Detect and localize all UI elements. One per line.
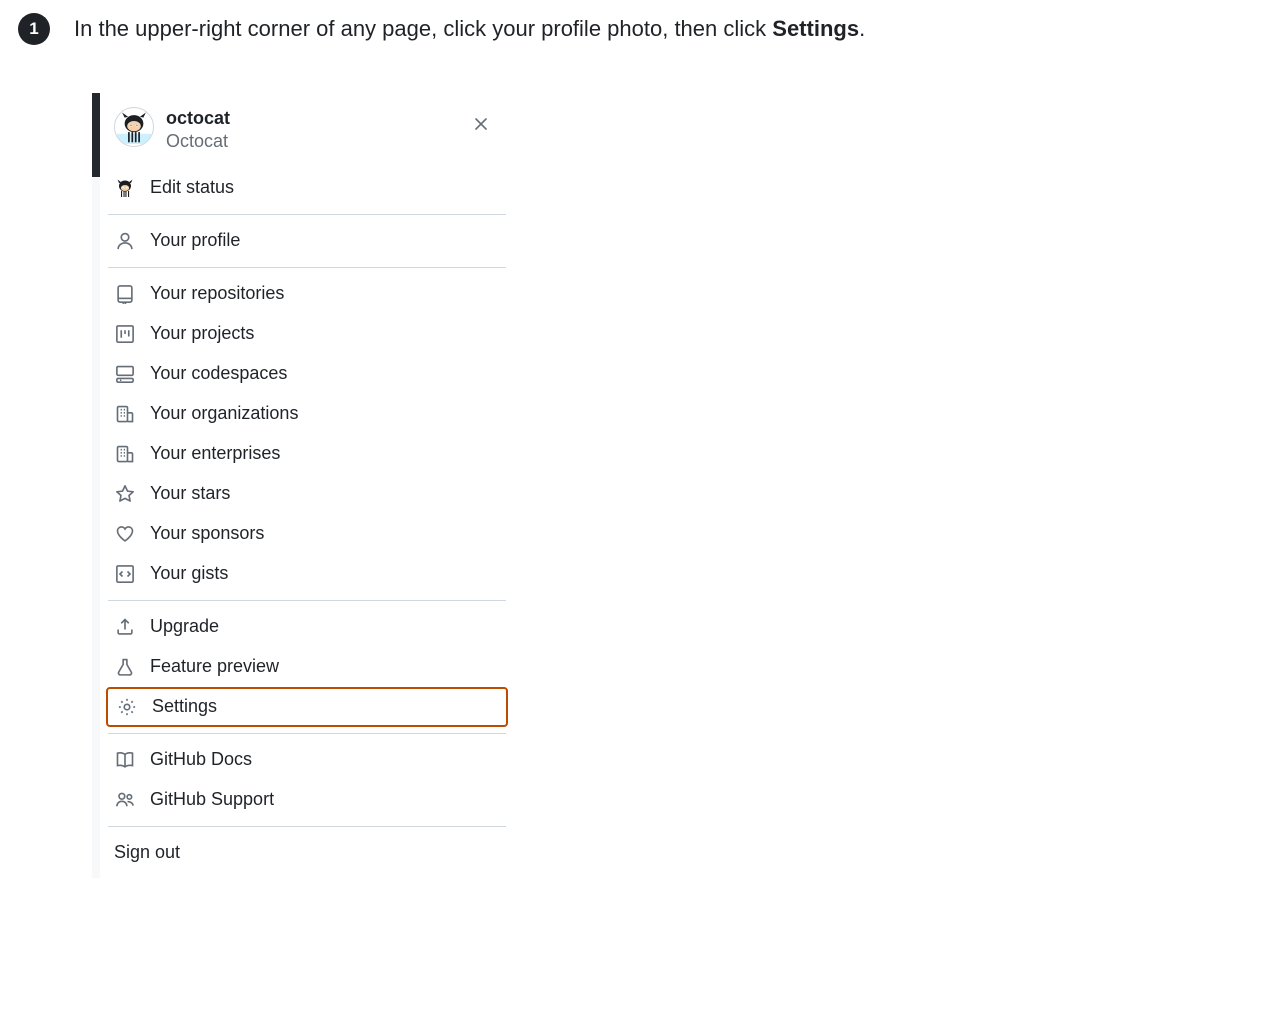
profile-menu-panel: octocat Octocat — [100, 93, 514, 878]
menu-item-github-support[interactable]: GitHub Support — [100, 780, 514, 820]
menu-item-your-stars[interactable]: Your stars — [100, 474, 514, 514]
close-button[interactable] — [470, 113, 492, 135]
menu-item-your-gists[interactable]: Your gists — [100, 554, 514, 594]
instruction-step: 1 In the upper-right corner of any page,… — [18, 12, 1264, 45]
upload-icon — [114, 616, 136, 638]
screenshot-left-rail — [92, 93, 100, 878]
code-square-icon — [114, 563, 136, 585]
menu-item-your-enterprises[interactable]: Your enterprises — [100, 434, 514, 474]
menu-item-your-projects[interactable]: Your projects — [100, 314, 514, 354]
menu-item-feature-preview[interactable]: Feature preview — [100, 647, 514, 687]
menu-item-your-organizations[interactable]: Your organizations — [100, 394, 514, 434]
menu-item-upgrade[interactable]: Upgrade — [100, 607, 514, 647]
menu-item-label: Your projects — [150, 323, 254, 344]
project-icon — [114, 323, 136, 345]
menu-item-your-profile[interactable]: Your profile — [100, 221, 514, 261]
menu-item-sign-out[interactable]: Sign out — [100, 833, 514, 872]
person-icon — [114, 230, 136, 252]
menu-item-label: Your profile — [150, 230, 240, 251]
menu-item-label: Sign out — [114, 842, 180, 863]
organization-icon — [114, 403, 136, 425]
beaker-icon — [114, 656, 136, 678]
menu-item-label: Your repositories — [150, 283, 284, 304]
codespaces-icon — [114, 363, 136, 385]
menu-item-label: GitHub Docs — [150, 749, 252, 770]
step-text-after: . — [859, 16, 865, 41]
menu-item-label: Upgrade — [150, 616, 219, 637]
step-text-before: In the upper-right corner of any page, c… — [74, 16, 772, 41]
organization-icon — [114, 443, 136, 465]
menu-item-edit-status[interactable]: Edit status — [100, 168, 514, 208]
close-icon — [473, 116, 489, 132]
user-names: octocat Octocat — [166, 107, 458, 154]
book-icon — [114, 749, 136, 771]
menu-item-settings[interactable]: Settings — [106, 687, 508, 727]
heart-icon — [114, 523, 136, 545]
menu-item-label: Feature preview — [150, 656, 279, 677]
menu-item-label: Your organizations — [150, 403, 298, 424]
menu-item-label: Your gists — [150, 563, 228, 584]
star-icon — [114, 483, 136, 505]
gear-icon — [116, 696, 138, 718]
menu-item-your-repositories[interactable]: Your repositories — [100, 274, 514, 314]
menu-item-your-sponsors[interactable]: Your sponsors — [100, 514, 514, 554]
menu-item-label: Your stars — [150, 483, 230, 504]
step-text: In the upper-right corner of any page, c… — [74, 12, 865, 45]
menu-item-label: Your enterprises — [150, 443, 280, 464]
octocat-avatar-icon — [117, 110, 151, 144]
menu-item-label: GitHub Support — [150, 789, 274, 810]
avatar[interactable] — [114, 107, 154, 147]
repo-icon — [114, 283, 136, 305]
step-text-bold: Settings — [772, 16, 859, 41]
displayname: Octocat — [166, 130, 458, 153]
menu-item-label: Settings — [152, 696, 217, 717]
profile-menu-screenshot: octocat Octocat — [92, 93, 1264, 878]
username: octocat — [166, 107, 458, 130]
menu-item-label: Your codespaces — [150, 363, 287, 384]
step-number-badge: 1 — [18, 13, 50, 45]
menu-item-your-codespaces[interactable]: Your codespaces — [100, 354, 514, 394]
menu-item-github-docs[interactable]: GitHub Docs — [100, 740, 514, 780]
menu-item-label: Edit status — [150, 177, 234, 198]
octocat-icon — [114, 177, 136, 199]
profile-menu-header: octocat Octocat — [100, 103, 514, 162]
menu-item-label: Your sponsors — [150, 523, 264, 544]
people-icon — [114, 789, 136, 811]
